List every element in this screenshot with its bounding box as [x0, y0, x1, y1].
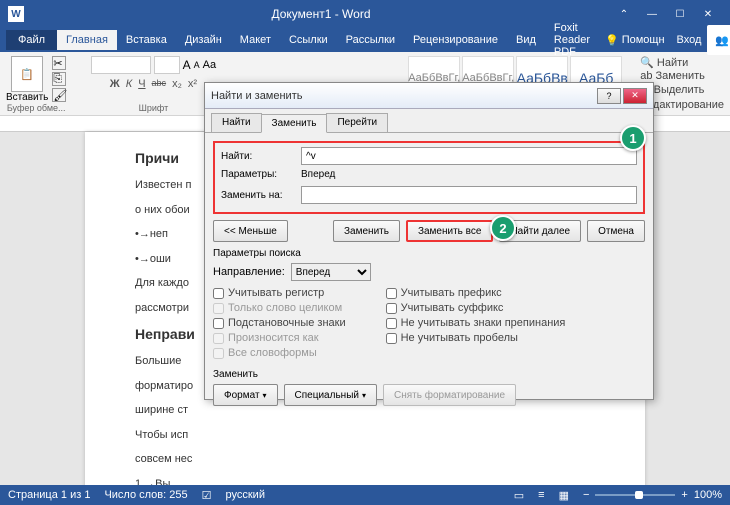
check-case[interactable]	[213, 288, 224, 299]
dialog-title: Найти и заменить	[211, 90, 595, 102]
replace-section-label: Заменить	[213, 369, 645, 380]
read-mode-icon[interactable]: ▭	[514, 489, 524, 502]
find-label: Найти:	[221, 151, 301, 162]
dialog-close-button[interactable]: ✕	[623, 88, 647, 104]
subscript-button[interactable]: x₂	[172, 78, 182, 90]
params-label: Параметры:	[221, 169, 301, 180]
bold-button[interactable]: Ж	[110, 78, 120, 90]
find-input[interactable]	[301, 147, 637, 165]
format-painter-icon[interactable]: 🖌	[52, 88, 66, 102]
tab-review[interactable]: Рецензирование	[404, 30, 507, 50]
tab-design[interactable]: Дизайн	[176, 30, 231, 50]
superscript-button[interactable]: x²	[188, 78, 197, 90]
sign-in[interactable]: Вход	[671, 30, 708, 50]
share-button[interactable]: 👥Общий доступ	[707, 25, 730, 55]
search-params-label: Параметры поиска	[213, 248, 645, 259]
ribbon-options-icon[interactable]: ⌃	[610, 4, 638, 24]
annotation-callout-1: 1	[620, 125, 646, 151]
find-replace-dialog: Найти и заменить ? ✕ Найти Заменить Пере…	[204, 82, 654, 400]
direction-label: Направление:	[213, 266, 285, 278]
body-text: 1.→Вы	[135, 476, 595, 486]
font-size-select[interactable]	[154, 56, 180, 74]
clipboard-group: 📋 Вставить ✂ ⎘ 🖌 Буфер обме...	[6, 56, 66, 111]
window-title: Документ1 - Word	[32, 7, 610, 21]
ribbon-tabs: Файл Главная Вставка Дизайн Макет Ссылки…	[0, 28, 730, 52]
clear-format-button: Снять форматирование	[383, 384, 516, 406]
paste-label[interactable]: Вставить	[6, 92, 48, 103]
dialog-body: Найти: Параметры: Вперед Заменить на: <<…	[205, 133, 653, 416]
zoom-level[interactable]: 100%	[694, 489, 722, 501]
dialog-help-button[interactable]: ?	[597, 88, 621, 104]
tab-file[interactable]: Файл	[6, 30, 57, 50]
tab-references[interactable]: Ссылки	[280, 30, 337, 50]
tab-mailings[interactable]: Рассылки	[337, 30, 404, 50]
tab-home[interactable]: Главная	[57, 30, 117, 50]
zoom-slider[interactable]: − + 100%	[583, 489, 722, 501]
zoom-in-icon[interactable]: +	[681, 489, 687, 501]
direction-select[interactable]: Вперед	[291, 263, 371, 281]
params-value: Вперед	[301, 169, 335, 180]
cancel-button[interactable]: Отмена	[587, 220, 645, 242]
cut-icon[interactable]: ✂	[52, 56, 66, 70]
change-case-icon[interactable]: Aa	[203, 59, 216, 71]
tab-find[interactable]: Найти	[211, 113, 262, 132]
font-family-select[interactable]	[91, 56, 151, 74]
print-layout-icon[interactable]: ≡	[538, 489, 544, 501]
tab-insert[interactable]: Вставка	[117, 30, 176, 50]
copy-icon[interactable]: ⎘	[52, 72, 66, 86]
statusbar: Страница 1 из 1 Число слов: 255 ☑ русски…	[0, 485, 730, 505]
zoom-out-icon[interactable]: −	[583, 489, 589, 501]
replace-all-button[interactable]: Заменить все	[406, 220, 493, 242]
less-button[interactable]: << Меньше	[213, 220, 288, 242]
check-whole-word	[213, 303, 224, 314]
italic-button[interactable]: К	[126, 78, 132, 90]
tab-view[interactable]: Вид	[507, 30, 545, 50]
lightbulb-icon: 💡	[605, 34, 619, 47]
annotation-callout-2: 2	[490, 215, 516, 241]
check-suffix[interactable]	[386, 303, 397, 314]
web-layout-icon[interactable]: ▦	[559, 489, 569, 502]
shrink-font-icon[interactable]: A	[194, 60, 200, 70]
body-text: совсем нес	[135, 451, 595, 468]
language-indicator[interactable]: русский	[226, 489, 265, 501]
replace-input[interactable]	[301, 186, 637, 204]
word-app-icon: W	[8, 6, 24, 22]
body-text: Чтобы исп	[135, 427, 595, 444]
tab-goto[interactable]: Перейти	[326, 113, 388, 132]
replace-with-label: Заменить на:	[221, 190, 301, 201]
highlight-box-1: Найти: Параметры: Вперед Заменить на:	[213, 141, 645, 214]
special-button[interactable]: Специальный	[284, 384, 377, 406]
dialog-titlebar[interactable]: Найти и заменить ? ✕	[205, 83, 653, 109]
grow-font-icon[interactable]: A	[183, 58, 191, 72]
check-wildcards[interactable]	[213, 318, 224, 329]
replace-button[interactable]: abЗаменить	[640, 70, 724, 82]
dialog-tabs: Найти Заменить Перейти	[205, 109, 653, 133]
check-word-forms	[213, 348, 224, 359]
tab-replace[interactable]: Заменить	[261, 114, 328, 133]
strike-button[interactable]: abc	[152, 78, 167, 90]
minimize-button[interactable]: —	[638, 4, 666, 24]
group-label: Шрифт	[139, 103, 169, 113]
check-ignore-space[interactable]	[386, 333, 397, 344]
check-prefix[interactable]	[386, 288, 397, 299]
share-icon: 👥	[715, 34, 729, 47]
tab-layout[interactable]: Макет	[231, 30, 280, 50]
check-ignore-punct[interactable]	[386, 318, 397, 329]
check-sounds-like	[213, 333, 224, 344]
format-button[interactable]: Формат	[213, 384, 278, 406]
replace-one-button[interactable]: Заменить	[333, 220, 400, 242]
replace-icon: ab	[640, 70, 652, 82]
maximize-button[interactable]: ☐	[666, 4, 694, 24]
search-icon: 🔍	[640, 56, 654, 69]
paste-icon[interactable]: 📋	[11, 56, 43, 92]
group-label: Буфер обме...	[7, 103, 66, 113]
page-indicator[interactable]: Страница 1 из 1	[8, 489, 90, 501]
tell-me[interactable]: 💡Помощн	[599, 30, 671, 51]
titlebar: W Документ1 - Word ⌃ — ☐ ✕	[0, 0, 730, 28]
underline-button[interactable]: Ч	[138, 78, 145, 90]
find-button[interactable]: 🔍Найти	[640, 56, 724, 69]
proofing-icon[interactable]: ☑	[202, 489, 212, 502]
close-button[interactable]: ✕	[694, 4, 722, 24]
word-count[interactable]: Число слов: 255	[104, 489, 187, 501]
